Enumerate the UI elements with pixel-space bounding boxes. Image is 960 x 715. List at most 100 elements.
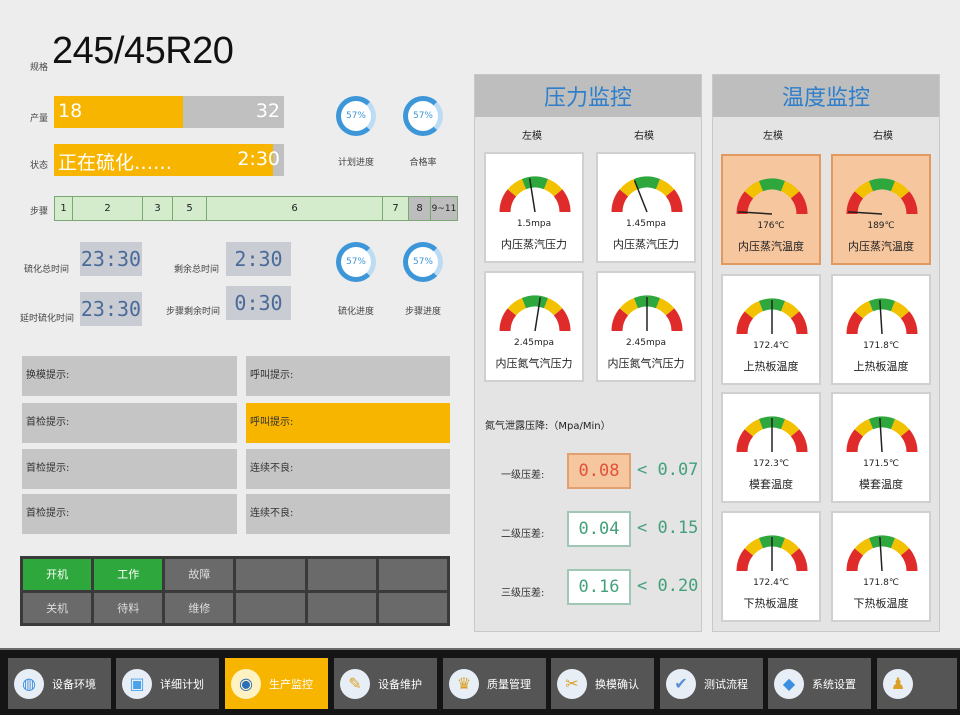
gauge-dial: [736, 416, 808, 453]
output-target: 32: [255, 100, 280, 122]
gauge-segment: [499, 308, 517, 332]
nav-button-monitor[interactable]: ◉ 生产监控: [225, 658, 328, 709]
gauge-segment: [521, 295, 549, 309]
gauge-dial: [736, 535, 808, 572]
gauge-segment: [890, 180, 910, 199]
steps-label: 步骤: [30, 207, 49, 217]
step-progress-label: 步骤进度: [404, 307, 441, 317]
nav-button-globe[interactable]: ◍ 设备环境: [8, 658, 111, 709]
call-tip-active[interactable]: 呼叫提示:: [246, 403, 450, 443]
gauge-value: 171.8℃: [863, 341, 899, 351]
trophy-icon: ♛: [449, 668, 479, 699]
gauge-segment: [900, 311, 918, 335]
gauge-value: 172.4℃: [753, 341, 789, 351]
gauge-value: 172.4℃: [753, 578, 789, 588]
nav-button-label: 生产监控: [269, 677, 313, 691]
gauge-segment: [665, 308, 683, 332]
camera-icon: ▣: [122, 668, 152, 699]
mold-change-tip: 换模提示:: [22, 356, 237, 396]
gauge-dial: [736, 178, 808, 215]
pressure-gauge: 1.5mpa 内压蒸汽压力: [484, 152, 584, 263]
gauge-segment: [890, 418, 910, 437]
gauge-segment: [780, 418, 800, 437]
gauge-segment: [846, 191, 864, 215]
gauge-segment: [900, 548, 918, 572]
gauge-segment: [553, 189, 571, 213]
pressure-monitor-panel: 压力监控 左模 右模 1.5mpa 内压蒸汽压力 1.45mpa 内压蒸汽压力 2.…: [474, 74, 702, 632]
status-waiting-material: 待料: [94, 592, 163, 623]
step-cell: 2: [73, 197, 143, 220]
step-progress-ring: 57%: [403, 242, 443, 282]
gauge-segment: [790, 311, 808, 335]
nav-button-camera[interactable]: ▣ 详细计划: [116, 658, 219, 709]
status-working: 工作: [94, 559, 163, 590]
pressure-gauge: 2.45mpa 内压氮气汽压力: [484, 271, 584, 382]
gauge-segment: [868, 298, 896, 312]
temperature-monitor-title: 温度监控: [713, 75, 939, 117]
gauge-segment: [758, 178, 786, 192]
status-empty: [378, 559, 447, 590]
gauge-segment: [611, 308, 629, 332]
settings-icon: ◆: [774, 668, 804, 699]
clipboard-icon: ✔: [666, 668, 696, 699]
continuous-defect-tip: 连续不良:: [246, 449, 450, 489]
temperature-gauge: 171.5℃ 模套温度: [831, 392, 931, 503]
step-cell: 5: [173, 197, 207, 220]
nav-button-users[interactable]: ♟: [877, 658, 957, 709]
diff-level-3-label: 三级压差:: [501, 588, 545, 599]
gauge-value: 172.3℃: [753, 459, 789, 469]
nav-button-trophy[interactable]: ♛ 质量管理: [443, 658, 546, 709]
gauge-segment: [846, 311, 864, 335]
temperature-right-mold-label: 右模: [873, 131, 893, 142]
step-remain-value: 0:30: [226, 286, 291, 320]
nav-button-settings[interactable]: ◆ 系统设置: [768, 658, 871, 709]
gauge-segment: [890, 300, 910, 319]
temperature-gauge: 172.4℃ 上热板温度: [721, 274, 821, 385]
remain-total-value: 2:30: [226, 242, 291, 276]
gauge-segment: [744, 180, 764, 199]
gauge-dial: [499, 295, 571, 332]
users-icon: ♟: [883, 668, 913, 699]
gauge-name: 内压氮气汽压力: [495, 357, 573, 370]
diff-level-1-value: 0.08: [567, 453, 631, 489]
pressure-left-mold-label: 左模: [522, 131, 542, 142]
cure-progress-ring: 57%: [336, 242, 376, 282]
nav-button-clipboard[interactable]: ✔ 测试流程: [660, 658, 763, 709]
step-progress-value: 57%: [412, 257, 433, 267]
plan-progress-ring: 57%: [336, 96, 376, 136]
gauge-segment: [868, 535, 896, 549]
plan-progress-label: 计划进度: [337, 158, 374, 168]
remain-total-label: 剩余总时间: [174, 265, 220, 275]
nav-button-label: 设备环境: [52, 677, 96, 691]
gauge-value: 176℃: [757, 221, 785, 231]
diff-level-1-label: 一级压差:: [501, 470, 545, 481]
plan-progress-value: 57%: [345, 111, 366, 121]
pass-rate-value: 57%: [412, 111, 433, 121]
status-power-on: 开机: [23, 559, 92, 590]
gauge-value: 2.45mpa: [625, 338, 667, 348]
monitor-icon: ◉: [231, 668, 261, 699]
nav-button-wrench[interactable]: ✎ 设备维护: [334, 658, 437, 709]
gauge-segment: [736, 191, 754, 215]
wrench-icon: ✎: [340, 668, 370, 699]
spec-label: 规格: [30, 63, 49, 73]
tool-icon: ✂: [557, 668, 587, 699]
gauge-segment: [900, 429, 918, 453]
diff-level-3-limit: < 0.20: [637, 576, 699, 596]
gauge-segment: [665, 189, 683, 213]
status-power-off: 关机: [23, 592, 92, 623]
state-progress-bar: 正在硫化…… 2:30: [54, 144, 284, 176]
gauge-segment: [790, 548, 808, 572]
diff-level-2-limit: < 0.15: [637, 518, 699, 538]
gauge-segment: [868, 416, 896, 430]
gauge-value: 171.5℃: [863, 459, 899, 469]
gauge-value: 2.45mpa: [513, 338, 555, 348]
pressure-right-mold-label: 右模: [634, 131, 654, 142]
nav-button-label: 换模确认: [595, 677, 639, 691]
nav-button-label: 系统设置: [812, 677, 856, 691]
gauge-dial: [846, 535, 918, 572]
output-current: 18: [58, 100, 83, 122]
pass-rate-ring: 57%: [403, 96, 443, 136]
nav-button-tool[interactable]: ✂ 换模确认: [551, 658, 654, 709]
step-remain-label: 步骤剩余时间: [166, 307, 221, 317]
